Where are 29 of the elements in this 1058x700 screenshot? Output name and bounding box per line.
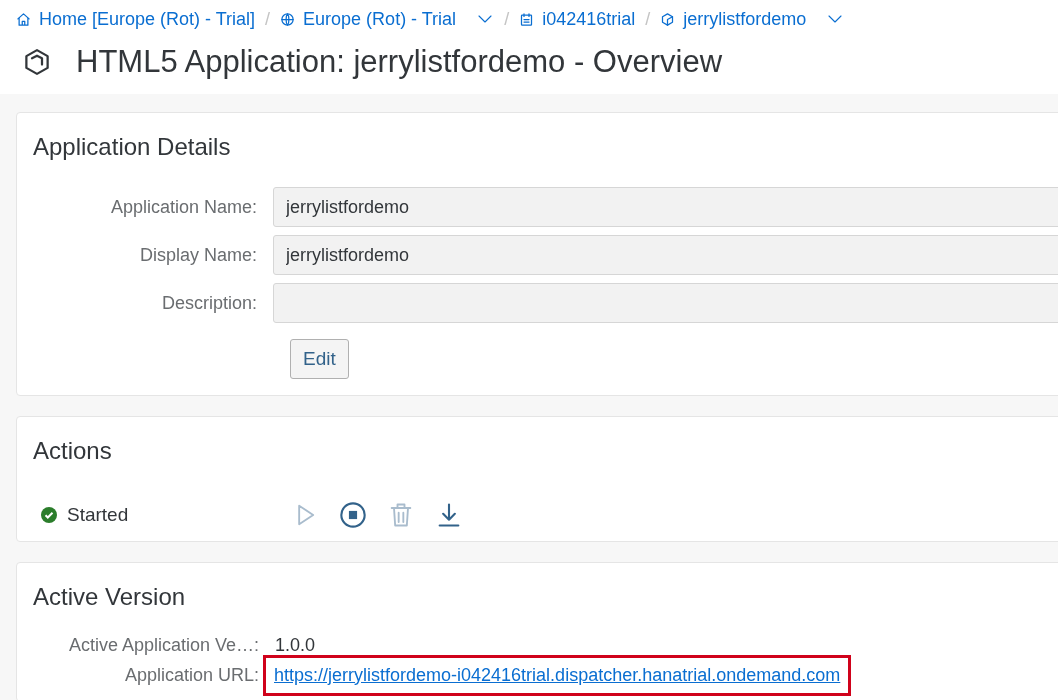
- breadcrumb-link[interactable]: Home [Europe (Rot) - Trial]: [16, 5, 256, 33]
- text-field[interactable]: jerrylistfordemo: [273, 235, 1058, 275]
- status-text: Started: [67, 502, 129, 527]
- page-title: HTML5 Application: jerrylistfordemo - Overview: [76, 42, 723, 81]
- breadcrumb-link[interactable]: Europe (Rot) - Trial: [280, 5, 457, 33]
- separator: /: [504, 7, 510, 31]
- text-field[interactable]: [273, 283, 1058, 323]
- text-field[interactable]: jerrylistfordemo: [273, 187, 1058, 227]
- home-icon: [16, 11, 31, 27]
- hexagon-icon: [22, 47, 52, 77]
- separator: /: [645, 7, 651, 31]
- field-label: Description:: [160, 291, 258, 315]
- section-title: Application Details: [32, 132, 232, 162]
- url-link[interactable]: https://jerrylistfordemo-i042416trial.dispatcher.hanatrial.ondemand.com: [263, 654, 852, 696]
- hexagon-icon: [660, 11, 676, 27]
- globe-icon: [280, 11, 296, 27]
- section-title: Actions: [32, 436, 113, 466]
- section-title: Active Version: [32, 582, 187, 612]
- field-value: 1.0.0: [275, 633, 316, 657]
- breadcrumb-link[interactable]: i042416trial: [519, 5, 636, 33]
- stop-icon: [339, 501, 367, 529]
- breadcrumb-link[interactable]: jerrylistfordemo: [660, 5, 807, 33]
- calendar-icon: [519, 11, 535, 27]
- field-label: Active Application Ve…:: [67, 633, 260, 657]
- field-label: Application Name:: [109, 195, 258, 219]
- field-label: Display Name:: [138, 243, 258, 267]
- field-label: Application URL:: [123, 663, 260, 687]
- separator: /: [265, 7, 271, 31]
- edit-button[interactable]: Edit: [290, 339, 349, 379]
